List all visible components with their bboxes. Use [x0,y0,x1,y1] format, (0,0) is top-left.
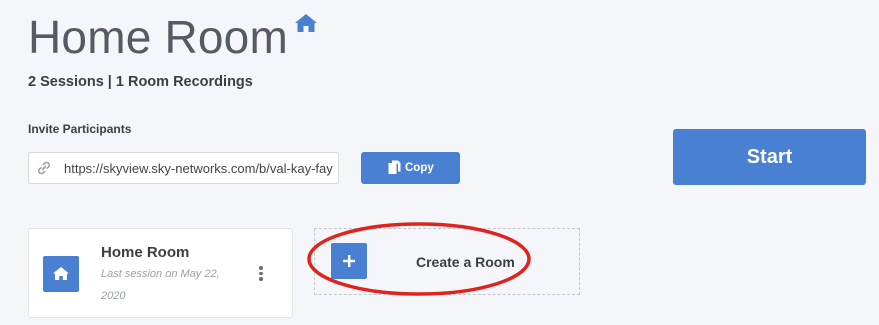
create-room-button[interactable]: Create a Room [314,228,580,295]
plus-icon-badge [331,243,367,279]
invite-url-field[interactable]: https://skyview.sky-networks.com/b/val-k… [28,152,339,184]
copy-icon [388,160,401,174]
room-icon-badge [43,256,79,292]
create-room-label: Create a Room [416,254,515,270]
home-icon [295,14,317,32]
invite-url-text: https://skyview.sky-networks.com/b/val-k… [64,161,333,176]
copy-button[interactable]: Copy [361,152,460,184]
start-button[interactable]: Start [673,129,866,185]
room-card-name: Home Room [101,244,190,261]
invite-participants-label: Invite Participants [28,122,132,136]
room-card-last-session: Last session on May 22, 2020 [101,268,220,302]
link-icon [37,161,51,175]
room-card[interactable]: Home Room Last session on May 22, 2020 [28,228,293,318]
copy-button-label: Copy [405,162,434,174]
plus-icon [343,255,355,267]
home-icon [53,267,69,280]
kebab-menu-icon[interactable] [257,266,265,282]
room-stats: 2 Sessions | 1 Room Recordings [28,74,253,90]
page-title: Home Room [28,11,288,63]
